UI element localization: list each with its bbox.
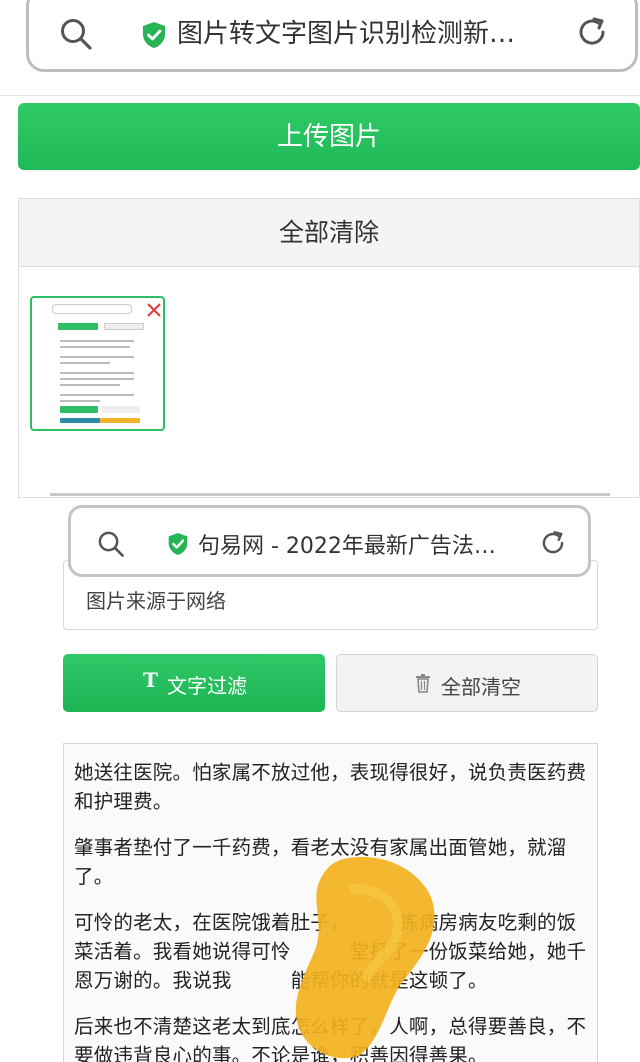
thumbnail-text-line (60, 346, 130, 348)
search-icon[interactable] (97, 530, 125, 558)
thumbnail-grey-button (104, 323, 144, 330)
thumbnail-orange-bar (100, 418, 140, 423)
thumbnail-text-line (60, 372, 134, 374)
inner-page-title: 句易网 - 2022年最新广告法… (198, 534, 496, 559)
thumbnail-green-button (60, 406, 98, 413)
result-textarea[interactable]: 她送往医院。怕家属不放过他，表现得很好，说负责医药费和护理费。 肇事者垫付了一千… (63, 743, 598, 1062)
result-paragraph: 肇事者垫付了一千药费，看老太没有家属出面管她，就溜了。 (74, 836, 567, 888)
thumbnail-text-line (60, 340, 134, 342)
image-thumbnail[interactable] (30, 296, 165, 431)
thumbnail-text-line (60, 384, 120, 386)
shield-check-icon (168, 533, 188, 555)
thumbnail-text-line (60, 356, 134, 358)
reload-icon[interactable] (575, 15, 609, 49)
thumbnail-green-button (58, 323, 98, 330)
thumbnail-blue-bar (60, 418, 100, 423)
inner-address-bar[interactable]: 句易网 - 2022年最新广告法… (68, 505, 591, 577)
screen: 图片转文字图片识别检测新… 上传图片 全部清除 图片来源于网络 句易网 - 20… (0, 0, 640, 1062)
close-icon[interactable] (146, 302, 162, 318)
divider (50, 493, 610, 496)
trash-icon (416, 674, 430, 693)
text-filter-label: 文字过滤 (167, 676, 247, 698)
source-note-text: 图片来源于网络 (86, 589, 226, 613)
clear-all-button[interactable]: 全部清除 (19, 199, 639, 267)
thumbnail-address-bar (52, 304, 132, 314)
thumbnail-text-line (60, 400, 100, 402)
clear-all-text-button[interactable]: 全部清空 (336, 654, 598, 712)
thumbnail-text-line (60, 394, 134, 396)
divider (0, 95, 640, 96)
address-bar[interactable]: 图片转文字图片识别检测新… (26, 0, 638, 72)
reload-icon[interactable] (539, 529, 567, 557)
search-icon[interactable] (59, 17, 93, 51)
clear-all-text-label: 全部清空 (441, 677, 521, 699)
result-paragraph: 她送往医院。怕家属不放过他，表现得很好，说负责医药费和护理费。 (74, 761, 587, 813)
thumbnail-grey-button (102, 406, 140, 413)
thumbnail-text-line (60, 362, 110, 364)
page-title: 图片转文字图片识别检测新… (177, 19, 516, 49)
thumbnail-text-line (60, 378, 134, 380)
text-t-icon: T (143, 668, 158, 692)
shield-check-icon (143, 22, 165, 48)
result-paragraph: 后来也不清楚这老太到底怎么样了。人啊，总得要善良，不要做违背良心的事。不论是谁，… (74, 1015, 587, 1062)
upload-image-button[interactable]: 上传图片 (18, 103, 640, 170)
image-panel: 全部清除 (18, 198, 640, 498)
result-paragraph: 可怜的老太，在医院饿着肚子， 拣病房病友吃剩的饭菜活着。我看她说得可怜 堂打了一… (74, 911, 587, 992)
text-filter-button[interactable]: T 文字过滤 (63, 654, 325, 712)
